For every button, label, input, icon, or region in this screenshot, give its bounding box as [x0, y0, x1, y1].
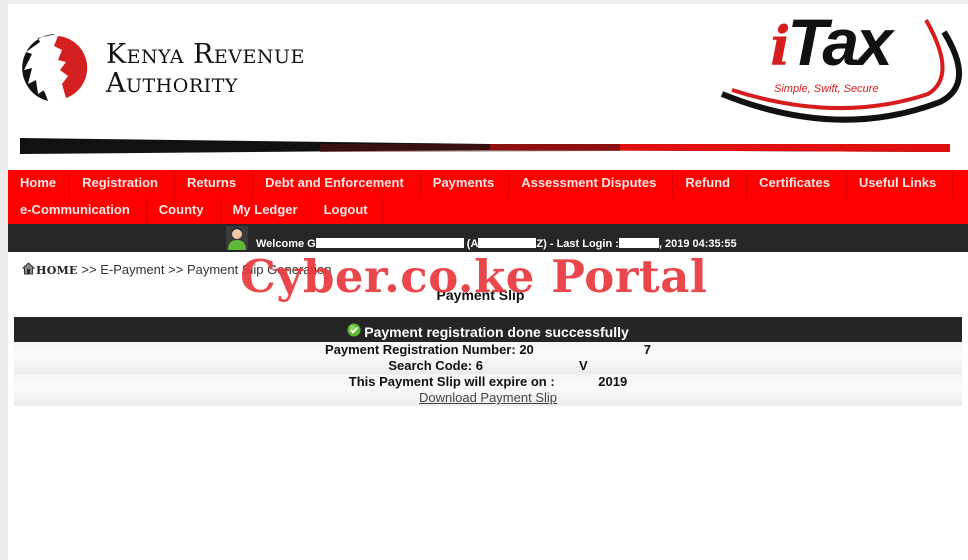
- redacted-pin: [478, 238, 537, 248]
- itax-wordmark: iTax: [770, 4, 893, 80]
- menu-county[interactable]: County: [147, 197, 221, 224]
- expiry-label: This Payment Slip will expire on :: [348, 374, 555, 389]
- registration-number-label: Payment Registration Number:: [324, 342, 516, 357]
- redacted-date: [618, 238, 659, 248]
- breadcrumb-home[interactable]: HOME: [22, 262, 78, 277]
- download-payment-slip-link[interactable]: Download Payment Slip: [419, 390, 557, 405]
- menu-assessment-disputes[interactable]: Assessment Disputes: [509, 170, 674, 197]
- header-divider: [20, 138, 950, 154]
- menu-logout[interactable]: Logout: [312, 197, 383, 224]
- main-menu: Home Registration Returns Debt and Enfor…: [8, 170, 968, 224]
- menu-e-communication[interactable]: e-Communication: [8, 197, 147, 224]
- menu-row-1: Home Registration Returns Debt and Enfor…: [8, 170, 968, 197]
- breadcrumb-separator: >>: [81, 262, 97, 277]
- welcome-message: Welcome G (A Z) - Last Login : , 2019 04:3…: [256, 238, 737, 250]
- download-row: Download Payment Slip: [14, 390, 962, 406]
- redacted-expiry-date: [558, 377, 598, 387]
- search-code-end: V: [579, 358, 588, 373]
- kra-name-line2: Authority: [106, 68, 238, 99]
- redacted-registration-number: [534, 345, 644, 355]
- pin-close: Z): [536, 238, 547, 250]
- pin-open: (A: [466, 238, 479, 250]
- redacted-name: [315, 238, 464, 248]
- menu-payments[interactable]: Payments: [421, 170, 510, 197]
- breadcrumb-separator: >>: [168, 262, 184, 277]
- menu-my-ledger[interactable]: My Ledger: [221, 197, 312, 224]
- welcome-bar: Welcome G (A Z) - Last Login : , 2019 04:3…: [8, 224, 968, 252]
- welcome-prefix: Welcome G: [256, 238, 316, 250]
- menu-registration[interactable]: Registration: [70, 170, 175, 197]
- expiry-year: 2019: [598, 374, 628, 389]
- redacted-search-code: [483, 361, 579, 371]
- breadcrumb-home-label: HOME: [36, 264, 78, 277]
- last-login-label: - Last Login :: [549, 238, 619, 250]
- search-code-label: Search Code:: [388, 358, 473, 373]
- breadcrumb: HOME >> E-Payment >> Payment Slip Genera…: [22, 262, 331, 277]
- itax-tax: Tax: [787, 5, 893, 79]
- search-code-start: 6: [475, 358, 483, 373]
- menu-row-2: e-Communication County My Ledger Logout: [8, 197, 968, 224]
- kra-logo[interactable]: Kenya Revenue Authority: [18, 30, 348, 110]
- expiry-row: This Payment Slip will expire on : 2019: [14, 374, 962, 390]
- registration-number-end: 7: [643, 342, 652, 357]
- kra-name-line1: Kenya Revenue: [106, 39, 305, 70]
- itax-i: i: [770, 14, 790, 78]
- itax-tagline: Simple, Swift, Secure: [774, 83, 879, 95]
- success-check-icon: [347, 323, 361, 337]
- page: Kenya Revenue Authority iTax Simple, Swi…: [8, 4, 968, 560]
- success-message: Payment registration done successfully: [364, 324, 629, 340]
- registration-number-row: Payment Registration Number: 20 7: [14, 342, 962, 358]
- registration-number-start: 20: [519, 342, 534, 357]
- payment-result-panel: Payment registration done successfully P…: [14, 317, 962, 406]
- success-banner: Payment registration done successfully: [14, 317, 962, 342]
- menu-home[interactable]: Home: [8, 170, 71, 197]
- menu-certificates[interactable]: Certificates: [747, 170, 847, 197]
- menu-returns[interactable]: Returns: [175, 170, 254, 197]
- home-icon: [22, 262, 35, 275]
- kra-lion-emblem-icon: [22, 34, 88, 101]
- menu-useful-links[interactable]: Useful Links: [847, 170, 954, 197]
- breadcrumb-e-payment[interactable]: E-Payment: [100, 262, 164, 277]
- user-avatar-icon: [226, 226, 248, 250]
- itax-logo[interactable]: iTax Simple, Swift, Secure: [718, 4, 968, 131]
- page-title: Payment Slip: [436, 287, 525, 303]
- menu-debt-enforcement[interactable]: Debt and Enforcement: [253, 170, 421, 197]
- breadcrumb-payment-slip-generation: Payment Slip Generation: [186, 262, 332, 277]
- menu-refund[interactable]: Refund: [673, 170, 748, 197]
- header: Kenya Revenue Authority iTax Simple, Swi…: [8, 4, 968, 168]
- kra-name: Kenya Revenue Authority: [106, 40, 305, 98]
- search-code-row: Search Code: 6 V: [14, 358, 962, 374]
- last-login-time: , 2019 04:35:55: [658, 238, 737, 250]
